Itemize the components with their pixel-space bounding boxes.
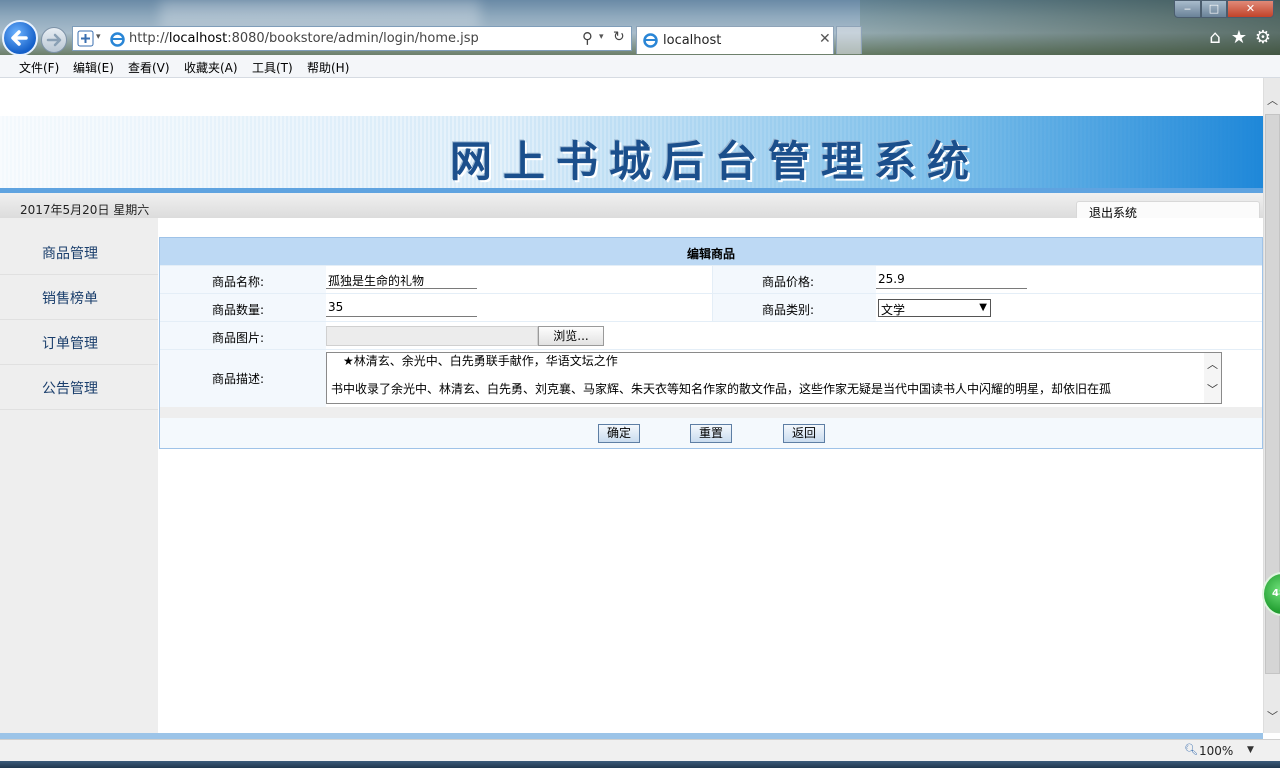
form-row-quantity-category: 商品数量: 35 商品类别: 文学 ▼ <box>160 293 1262 321</box>
page-viewport: 网上书城后台管理系统 2017年5月20日 星期六 退出系统 商品管理 销售榜单… <box>0 78 1263 733</box>
close-tab-icon[interactable]: ✕ <box>819 31 831 47</box>
panel-title: 编辑商品 <box>686 247 735 261</box>
sidebar: 商品管理 销售榜单 订单管理 公告管理 <box>0 218 158 733</box>
menu-favorites[interactable]: 收藏夹(A) <box>184 59 238 76</box>
logout-label: 退出系统 <box>1089 206 1138 220</box>
home-icon[interactable]: ⌂ <box>1205 28 1225 48</box>
scroll-down-arrow-icon[interactable]: ﹀ <box>1266 708 1279 723</box>
menu-tools[interactable]: 工具(T) <box>252 59 293 76</box>
browse-button[interactable]: 浏览... <box>538 326 604 346</box>
scroll-down-icon[interactable]: ﹀ <box>1207 381 1218 397</box>
zoom-level[interactable]: 100% <box>1199 744 1233 758</box>
tab-title: localhost <box>663 33 722 48</box>
description-line-3: 书中收录了余光中、林清玄、白先勇、刘克襄、马家辉、朱天衣等知名作家的散文作品，这… <box>331 382 1112 396</box>
textarea-scrollbar[interactable]: ︿ ﹀ <box>1204 353 1221 403</box>
search-dropdown-icon[interactable]: ▾ <box>599 32 604 42</box>
back-arrow-icon <box>11 30 28 46</box>
close-window-button[interactable]: ✕ <box>1227 0 1274 18</box>
form-row-name-price: 商品名称: 孤独是生命的礼物 商品价格: 25.9 <box>160 265 1262 293</box>
maximize-button[interactable]: □ <box>1201 0 1227 18</box>
reset-button[interactable]: 重置 <box>690 424 732 443</box>
name-input[interactable]: 孤独是生命的礼物 <box>326 269 477 289</box>
dropdown-chevron-icon[interactable]: ▾ <box>96 32 101 42</box>
menu-help[interactable]: 帮助(H) <box>307 59 349 76</box>
back-button-form[interactable]: 返回 <box>783 424 825 443</box>
chevron-down-icon: ▼ <box>979 302 987 313</box>
address-bar[interactable]: ▾ http://localhost:8080/bookstore/admin/… <box>72 26 632 51</box>
form-separator <box>160 407 1262 418</box>
image-label: 商品图片: <box>212 331 265 345</box>
panel-header: 编辑商品 <box>160 238 1262 265</box>
window-controls: ‒ □ ✕ <box>1174 0 1280 18</box>
date-bar: 2017年5月20日 星期六 <box>0 193 1263 218</box>
sidebar-item-notice-management[interactable]: 公告管理 <box>0 365 158 410</box>
confirm-button[interactable]: 确定 <box>598 424 640 443</box>
category-label: 商品类别: <box>762 303 815 317</box>
form-row-description: 商品描述: ★林清玄、余光中、白先勇联手献作，华语文坛之作 书中收录了余光中、林… <box>160 349 1262 407</box>
logout-button[interactable]: 退出系统 <box>1076 201 1260 220</box>
menu-bar: 文件(F) 编辑(E) 查看(V) 收藏夹(A) 工具(T) 帮助(H) <box>0 55 1280 78</box>
url-text[interactable]: http://localhost:8080/bookstore/admin/lo… <box>129 31 479 46</box>
os-taskbar <box>0 761 1280 768</box>
price-input[interactable]: 25.9 <box>876 269 1027 289</box>
name-label: 商品名称: <box>212 275 265 289</box>
menu-view[interactable]: 查看(V) <box>128 59 170 76</box>
description-textarea[interactable]: ★林清玄、余光中、白先勇联手献作，华语文坛之作 书中收录了余光中、林清玄、白先勇… <box>326 352 1222 404</box>
form-button-row: 确定 重置 返回 <box>160 418 1262 448</box>
description-line-1: ★林清玄、余光中、白先勇联手献作，华语文坛之作 <box>331 354 618 368</box>
category-select[interactable]: 文学 ▼ <box>878 299 991 317</box>
scroll-up-icon[interactable]: ︿ <box>1207 356 1218 372</box>
back-button[interactable] <box>2 20 38 56</box>
browser-tab[interactable]: localhost ✕ <box>636 26 834 54</box>
new-tab-button[interactable] <box>836 26 862 54</box>
current-date: 2017年5月20日 星期六 <box>20 203 150 217</box>
favorites-star-icon[interactable]: ★ <box>1229 28 1249 48</box>
search-icon[interactable]: ⚲ <box>582 29 593 47</box>
sidebar-item-order-management[interactable]: 订单管理 <box>0 320 158 365</box>
price-label: 商品价格: <box>762 275 815 289</box>
ie-page-icon <box>110 32 125 47</box>
refresh-icon[interactable]: ↻ <box>613 29 625 45</box>
forward-button[interactable] <box>41 27 67 53</box>
image-file-path[interactable] <box>326 326 538 346</box>
page-scrollbar[interactable]: ︿ ﹀ <box>1263 78 1280 733</box>
sidebar-item-product-management[interactable]: 商品管理 <box>0 230 158 275</box>
category-selected-value: 文学 <box>881 303 906 317</box>
site-banner: 网上书城后台管理系统 <box>0 116 1263 190</box>
quantity-label: 商品数量: <box>212 303 265 317</box>
sidebar-item-sales-ranking[interactable]: 销售榜单 <box>0 275 158 320</box>
edit-product-panel: 编辑商品 商品名称: 孤独是生命的礼物 商品价格: 25.9 商品数量: 35 … <box>159 237 1263 449</box>
description-line-2 <box>331 368 1201 382</box>
menu-file[interactable]: 文件(F) <box>19 59 59 76</box>
settings-gear-icon[interactable]: ⚙ <box>1253 28 1273 48</box>
zoom-icon: 🔍︎ <box>1184 743 1198 756</box>
add-site-icon[interactable] <box>77 30 95 48</box>
banner-title: 网上书城后台管理系统 <box>450 137 981 186</box>
menu-edit[interactable]: 编辑(E) <box>73 59 114 76</box>
status-bar: 🔍︎ 100% ▼ <box>0 739 1280 761</box>
description-label: 商品描述: <box>212 372 265 386</box>
minimize-button[interactable]: ‒ <box>1174 0 1201 18</box>
zoom-dropdown-icon[interactable]: ▼ <box>1247 745 1254 755</box>
form-row-image: 商品图片: 浏览... <box>160 321 1262 349</box>
ie-tab-icon <box>643 33 658 48</box>
forward-arrow-icon <box>46 33 62 47</box>
scroll-up-arrow-icon[interactable]: ︿ <box>1266 92 1279 107</box>
quantity-input[interactable]: 35 <box>326 297 477 317</box>
